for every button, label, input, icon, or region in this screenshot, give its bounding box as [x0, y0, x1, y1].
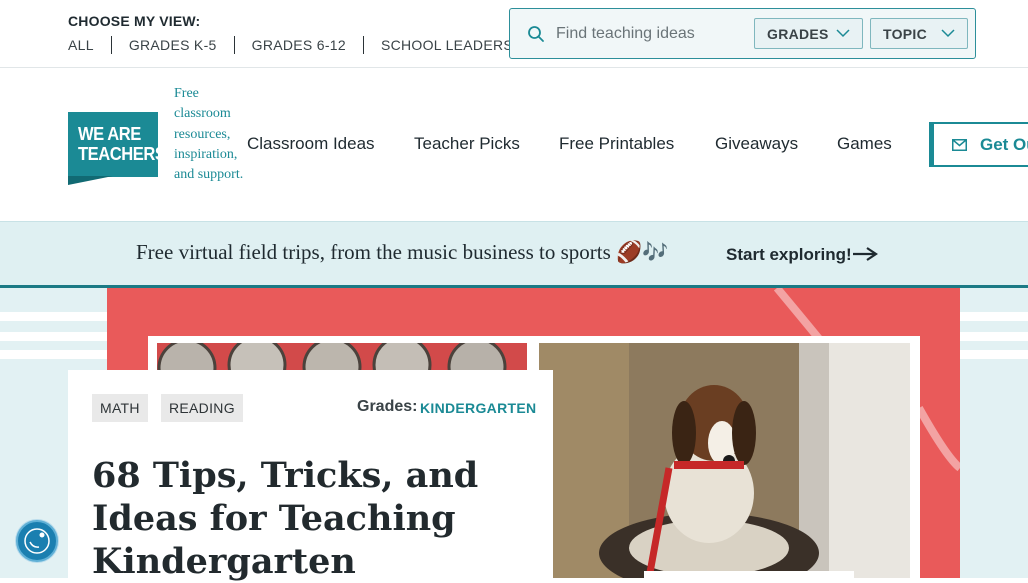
divider — [362, 36, 364, 54]
chevron-down-icon — [836, 29, 850, 38]
hero-image-right — [539, 343, 910, 578]
nav-teacher-picks[interactable]: Teacher Picks — [414, 134, 520, 154]
nav-games[interactable]: Games — [837, 134, 892, 154]
accessibility-button[interactable] — [16, 520, 58, 562]
grades-select[interactable]: GRADES — [754, 18, 863, 49]
divider — [110, 36, 112, 54]
search-icon[interactable] — [527, 25, 545, 43]
nav-classroom-ideas[interactable]: Classroom Ideas — [247, 134, 375, 154]
search-input[interactable] — [556, 19, 756, 49]
chevron-down-icon — [941, 29, 955, 38]
tag-math[interactable]: MATH — [92, 394, 148, 422]
article-card: MATH READING Grades: KINDERGARTEN 68 Tip… — [68, 370, 553, 582]
tagline: Free classroom resources, inspiration, a… — [174, 86, 244, 183]
site-logo[interactable]: WE ARE TEACHERS — [68, 112, 166, 177]
logo-text: WE ARE TEACHERS — [78, 124, 166, 164]
grades-select-label: GRADES — [767, 25, 829, 42]
view-link-grades-k5[interactable]: GRADES K-5 — [129, 37, 217, 53]
view-link-school-leaders[interactable]: SCHOOL LEADERS — [381, 37, 513, 53]
divider — [233, 36, 235, 54]
search-box: GRADES TOPIC — [509, 8, 976, 59]
grades-label: Grades: — [357, 398, 418, 415]
view-link-all[interactable]: ALL — [68, 37, 94, 53]
view-link-grades-6-12[interactable]: GRADES 6-12 — [252, 37, 346, 53]
nav-free-printables[interactable]: Free Printables — [559, 134, 674, 154]
view-links: ALL GRADES K-5 GRADES 6-12 SCHOOL LEADER… — [68, 36, 513, 54]
grades-value[interactable]: KINDERGARTEN — [420, 400, 536, 416]
topic-select[interactable]: TOPIC — [870, 18, 968, 49]
tag-reading[interactable]: READING — [161, 394, 243, 422]
nav-giveaways[interactable]: Giveaways — [715, 134, 798, 154]
puppy-image — [539, 343, 910, 578]
site-header: WE ARE TEACHERS Free classroom resources,… — [0, 68, 1028, 221]
topic-select-label: TOPIC — [883, 25, 928, 42]
newsletter-button[interactable]: Get Ou — [929, 122, 1028, 167]
article-title: 68 Tips, Tricks, and Ideas for Teaching … — [92, 455, 479, 582]
logo-tail — [68, 176, 113, 185]
view-label: CHOOSE MY VIEW: — [68, 13, 201, 29]
promo-text: Free virtual field trips, from the music… — [136, 240, 669, 264]
promo-banner: Free virtual field trips, from the music… — [0, 221, 1028, 285]
accessibility-icon — [24, 528, 50, 554]
newsletter-button-label: Get Ou — [980, 134, 1028, 154]
mail-icon — [952, 138, 967, 151]
promo-link[interactable]: Start exploring! — [726, 245, 852, 265]
utility-bar: CHOOSE MY VIEW: ALL GRADES K-5 GRADES 6-… — [0, 0, 1028, 68]
arrow-right-icon[interactable] — [852, 246, 878, 262]
